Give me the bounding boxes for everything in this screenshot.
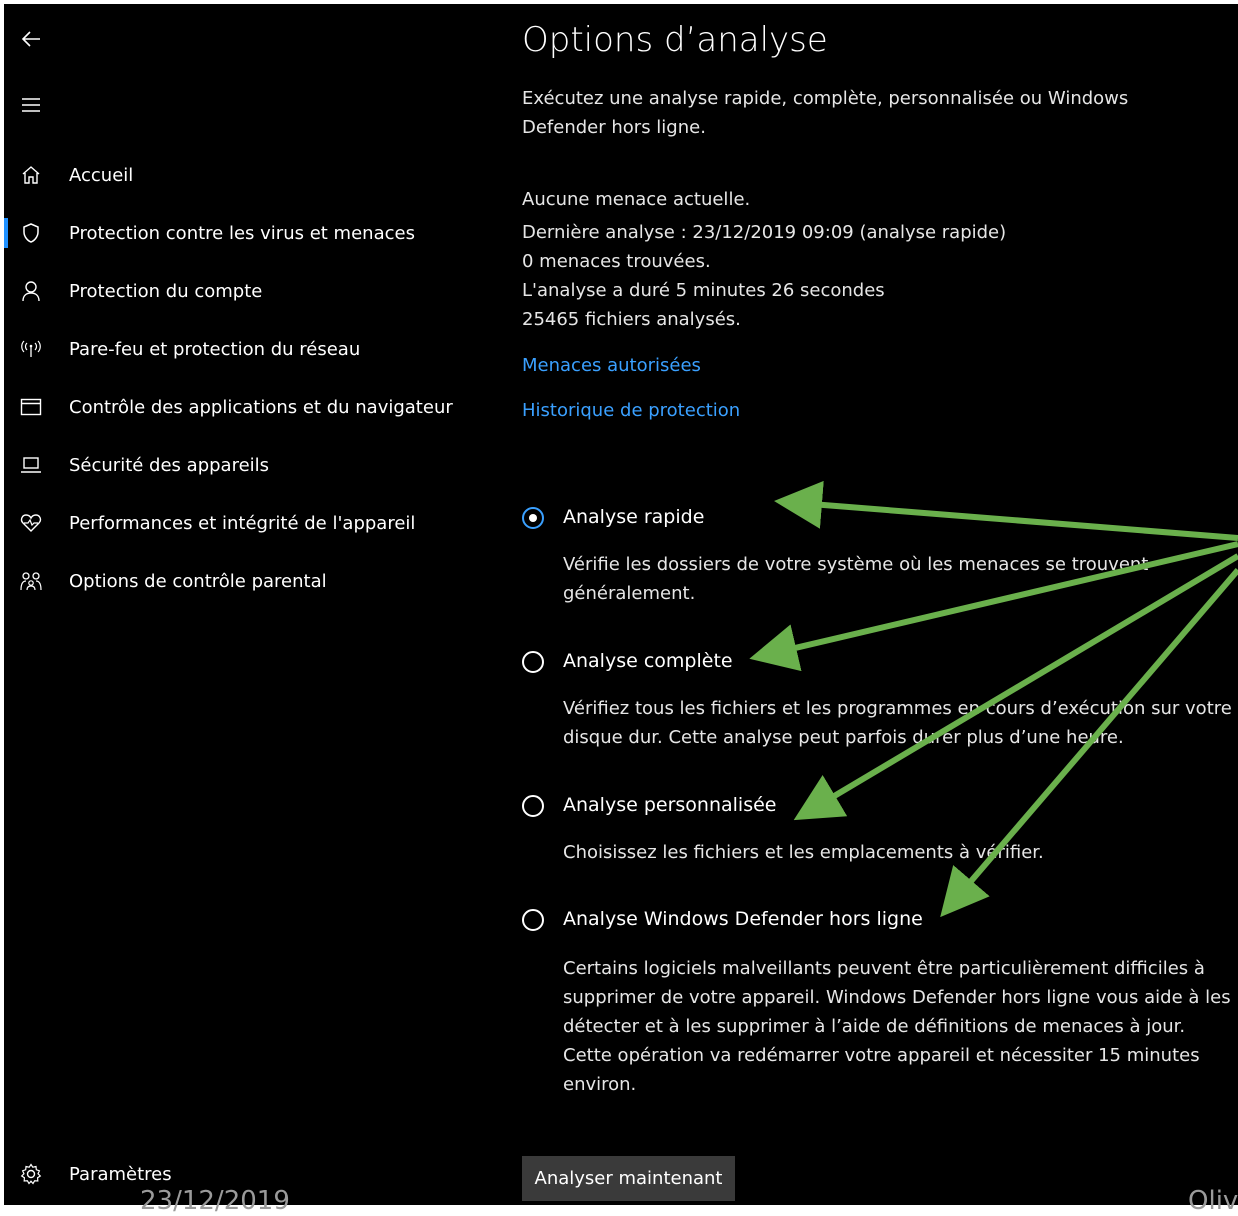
sidebar-item-label: Contrôle des applications et du navigate… — [69, 396, 453, 418]
page-title: Options d’analyse — [522, 20, 828, 60]
sidebar-item-device-security[interactable]: Sécurité des appareils — [4, 445, 504, 485]
scan-now-button[interactable]: Analyser maintenant — [522, 1156, 735, 1201]
custom-scan-description: Choisissez les fichiers et les emplaceme… — [563, 842, 1044, 863]
arrow-to-quick-scan — [774, 480, 1238, 541]
sidebar-item-label: Paramètres — [69, 1163, 172, 1185]
radio-custom-scan[interactable] — [522, 792, 550, 820]
scan-duration-text: L'analyse a duré 5 minutes 26 secondes — [522, 280, 885, 301]
sidebar-item-virus-protection[interactable]: Protection contre les virus et menaces — [4, 213, 504, 253]
slide-footer-date: 23/12/2019 — [140, 1186, 290, 1216]
sidebar-item-label: Protection contre les virus et menaces — [69, 222, 415, 244]
offline-scan-description: Certains logiciels malveillants peuvent … — [563, 958, 1231, 1095]
radio-indicator — [522, 507, 544, 529]
allowed-threats-link[interactable]: Menaces autorisées — [522, 355, 701, 376]
laptop-icon — [18, 452, 44, 478]
browser-window-icon — [18, 394, 44, 420]
family-icon — [18, 568, 44, 594]
radio-indicator — [522, 795, 544, 817]
quick-scan-label[interactable]: Analyse rapide — [563, 506, 704, 528]
sidebar-item-label: Performances et intégrité de l'appareil — [69, 512, 416, 534]
back-button[interactable] — [18, 26, 44, 52]
app-window: Accueil Protection contre les virus et m… — [4, 4, 1238, 1205]
files-scanned-text: 25465 fichiers analysés. — [522, 309, 741, 330]
radio-quick-scan[interactable] — [522, 504, 550, 532]
heart-icon — [18, 510, 44, 536]
sidebar-item-app-browser-control[interactable]: Contrôle des applications et du navigate… — [4, 387, 504, 427]
sidebar-item-device-performance[interactable]: Performances et intégrité de l'appareil — [4, 503, 504, 543]
status-text: Aucune menace actuelle. — [522, 189, 751, 210]
quick-scan-description: Vérifie les dossiers de votre système où… — [563, 554, 1149, 604]
full-scan-description: Vérifiez tous les fichiers et les progra… — [563, 698, 1232, 748]
sidebar-item-label: Sécurité des appareils — [69, 454, 270, 476]
threats-found-text: 0 menaces trouvées. — [522, 251, 711, 272]
wifi-antenna-icon — [18, 336, 44, 362]
sidebar-item-firewall[interactable]: Pare-feu et protection du réseau — [4, 329, 504, 369]
home-icon — [18, 162, 44, 188]
back-arrow-icon — [21, 31, 40, 47]
sidebar-item-label: Protection du compte — [69, 280, 263, 302]
custom-scan-label[interactable]: Analyse personnalisée — [563, 794, 776, 816]
radio-indicator — [522, 909, 544, 931]
active-indicator — [4, 218, 8, 248]
hamburger-menu-button[interactable] — [18, 92, 44, 118]
sidebar-item-parental-options[interactable]: Options de contrôle parental — [4, 561, 504, 601]
person-icon — [18, 278, 44, 304]
sidebar-item-account-protection[interactable]: Protection du compte — [4, 271, 504, 311]
sidebar-item-label: Pare-feu et protection du réseau — [69, 338, 361, 360]
sidebar-item-label: Accueil — [69, 164, 134, 186]
gear-icon — [18, 1161, 44, 1187]
sidebar-item-label: Options de contrôle parental — [69, 570, 327, 592]
slide-footer-author: Oliv — [1188, 1186, 1238, 1216]
hamburger-icon — [22, 98, 40, 112]
shield-icon — [18, 220, 44, 246]
radio-full-scan[interactable] — [522, 648, 550, 676]
last-scan-text: Dernière analyse : 23/12/2019 09:09 (ana… — [522, 222, 1007, 243]
offline-scan-label[interactable]: Analyse Windows Defender hors ligne — [563, 908, 923, 930]
page-description: Exécutez une analyse rapide, complète, p… — [522, 88, 1129, 138]
full-scan-label[interactable]: Analyse complète — [563, 650, 733, 672]
protection-history-link[interactable]: Historique de protection — [522, 400, 740, 421]
sidebar-item-accueil[interactable]: Accueil — [4, 155, 504, 195]
radio-offline-scan[interactable] — [522, 906, 550, 934]
radio-indicator — [522, 651, 544, 673]
